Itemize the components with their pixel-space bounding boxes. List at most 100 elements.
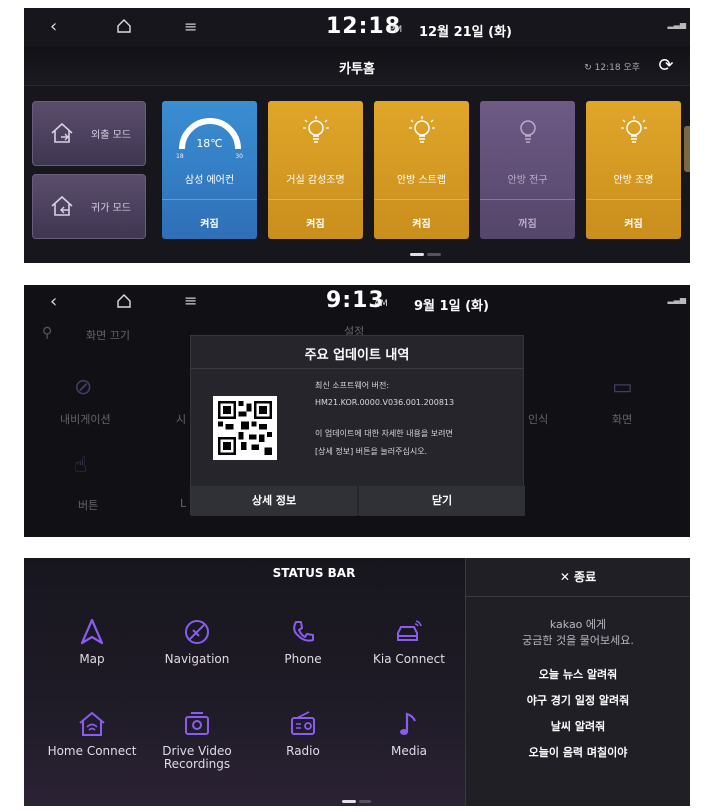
back-icon[interactable]: ‹	[50, 291, 57, 312]
light-bulb-icon	[303, 116, 329, 143]
page-indicator[interactable]	[359, 800, 371, 803]
light-name: 거실 감성조명	[286, 175, 345, 186]
assistant-suggestion[interactable]: 날씨 알려줘	[466, 718, 690, 734]
app-kia-connect[interactable]: Kia Connect	[354, 616, 464, 666]
light-state[interactable]: 켜짐	[374, 215, 469, 230]
details-button[interactable]: 상세 정보	[191, 486, 357, 516]
app-media[interactable]: Media	[354, 708, 464, 758]
light-bulb-off-icon	[520, 120, 536, 143]
app-radio[interactable]: Radio	[248, 708, 358, 758]
assistant-suggestion[interactable]: 오늘이 음력 며칠이야	[466, 744, 690, 760]
radio-icon	[291, 711, 315, 735]
status-top-bar: ‹ ≡ 12:18 PM 12월 21일 (화) ▂▃▅	[24, 8, 690, 46]
return-home-icon	[51, 195, 73, 216]
home-connect-icon	[79, 711, 105, 736]
page-indicator-active	[342, 800, 356, 803]
signal-icon: ▂▃▅	[667, 20, 686, 29]
aircon-temp-min: 18	[176, 153, 184, 160]
tile-divider	[586, 199, 681, 200]
app-navigation[interactable]: Navigation	[142, 616, 252, 666]
app-label: Phone	[284, 652, 322, 666]
status-top-bar-content: ‹ ≡ 9:13 AM 9월 1일 (화) ▂▃▅	[24, 285, 690, 323]
music-note-icon	[400, 712, 417, 735]
bedroom-bulb-tile[interactable]: 안방 전구 꺼짐	[480, 101, 575, 239]
app-phone[interactable]: Phone	[248, 616, 358, 666]
home-icon[interactable]	[116, 18, 132, 34]
assistant-divider	[466, 596, 690, 597]
return-mode-label: 귀가 모드	[91, 203, 131, 214]
status-bar-title: STATUS BAR	[272, 566, 356, 580]
close-button[interactable]: 닫기	[359, 486, 525, 516]
light-state[interactable]: 꺼짐	[480, 215, 575, 230]
clock-ampm: PM	[389, 25, 403, 35]
dialog-title: 주요 업데이트 내역	[304, 348, 410, 363]
away-mode-button[interactable]: 외출 모드	[32, 101, 146, 166]
menu-icon[interactable]: ≡	[184, 291, 197, 310]
sync-status: ↻ 12:18 오후	[584, 63, 640, 73]
assistant-prompt-line2: 궁금한 것을 물어보세요.	[522, 634, 634, 647]
refresh-icon: ⟳	[658, 55, 674, 76]
assistant-suggestion[interactable]: 야구 경기 일정 알려줘	[466, 692, 690, 708]
version-label: 최신 소프트웨어 버전:	[315, 381, 390, 390]
app-label: Radio	[286, 744, 320, 758]
page-indicator-active	[410, 253, 424, 256]
menu-icon[interactable]: ≡	[184, 17, 197, 36]
app-map[interactable]: Map	[37, 616, 147, 666]
home-icon[interactable]	[116, 293, 132, 309]
camera-icon	[185, 712, 209, 735]
assistant-prompt-line1: kakao 에게	[549, 618, 607, 631]
navigation-icon	[185, 620, 209, 644]
assistant-suggestion[interactable]: 오늘 뉴스 알려줘	[466, 666, 690, 682]
page-indicator[interactable]	[427, 253, 441, 256]
bedroom-strap-tile[interactable]: 안방 스트랩 켜짐	[374, 101, 469, 239]
clock-ampm: AM	[374, 299, 388, 309]
side-panel-handle[interactable]	[684, 126, 690, 172]
living-room-light-tile[interactable]: 거실 감성조명 켜짐	[268, 101, 363, 239]
aircon-tile[interactable]: 18℃ 18 30 삼성 에어컨 켜짐	[162, 101, 257, 239]
app-home-connect[interactable]: Home Connect	[37, 708, 147, 758]
back-icon[interactable]: ‹	[50, 16, 57, 37]
app-label: Map	[79, 652, 105, 666]
kakao-assistant-panel: ✕ 종료 kakao 에게 궁금한 것을 물어보세요. 오늘 뉴스 알려줘 야구…	[466, 558, 690, 806]
light-state[interactable]: 켜짐	[268, 215, 363, 230]
info-text-line1: 이 업데이트에 대한 자세한 내용을 보려면	[315, 429, 453, 438]
clock-date: 9월 1일 (화)	[414, 299, 489, 314]
return-mode-button[interactable]: 귀가 모드	[32, 174, 146, 239]
aircon-temp: 18℃	[196, 137, 223, 150]
qr-code-graphic	[218, 401, 272, 455]
refresh-button[interactable]: ⟳	[652, 52, 680, 80]
tile-divider	[268, 199, 363, 200]
app-label: Home Connect	[47, 744, 137, 758]
app-label: Kia Connect	[373, 652, 445, 666]
light-state[interactable]: 켜짐	[586, 215, 681, 230]
bedroom-light-tile[interactable]: 안방 조명 켜짐	[586, 101, 681, 239]
aircon-temp-max: 30	[235, 153, 243, 160]
dialog-divider	[191, 368, 523, 369]
clock-date: 12월 21일 (화)	[419, 25, 512, 40]
qr-code	[213, 396, 277, 460]
kia-connect-icon	[397, 620, 422, 641]
settings-screen: ‹ ≡ 9:13 AM 9월 1일 (화) ▂▃▅ ⚲ 화면 끄기 설정 ⊘ 내…	[24, 285, 690, 537]
signal-icon: ▂▃▅	[667, 295, 686, 304]
aircon-name: 삼성 에어컨	[184, 175, 235, 186]
version-value: HM21.KOR.0000.V036.001.200813	[315, 398, 455, 407]
app-drive-video[interactable]: Drive Video Recordings	[142, 708, 252, 771]
map-arrow-icon	[80, 618, 104, 645]
light-name: 안방 조명	[613, 175, 654, 186]
aircon-state[interactable]: 켜짐	[162, 215, 257, 230]
tile-divider	[480, 199, 575, 200]
sync-time: 12:18 오후	[594, 63, 640, 73]
away-mode-label: 외출 모드	[91, 130, 131, 141]
tile-divider	[162, 199, 257, 200]
leave-home-icon	[51, 122, 73, 143]
update-dialog: 주요 업데이트 내역 최신 소프트웨어 버전: HM21.KOR.0000.V0…	[190, 335, 525, 516]
page-header: 카투홈 ↻ 12:18 오후 ⟳	[24, 46, 690, 86]
assistant-close-button[interactable]: ✕ 종료	[466, 568, 690, 585]
light-bulb-icon	[621, 116, 647, 143]
app-label: Navigation	[164, 652, 230, 666]
tile-divider	[374, 199, 469, 200]
app-launcher-screen: STATUS BAR Map Navigation Phone Kia Conn…	[24, 558, 690, 806]
light-name: 안방 스트랩	[396, 175, 447, 186]
app-label: Media	[390, 744, 428, 758]
app-label: Drive Video Recordings	[162, 744, 232, 771]
